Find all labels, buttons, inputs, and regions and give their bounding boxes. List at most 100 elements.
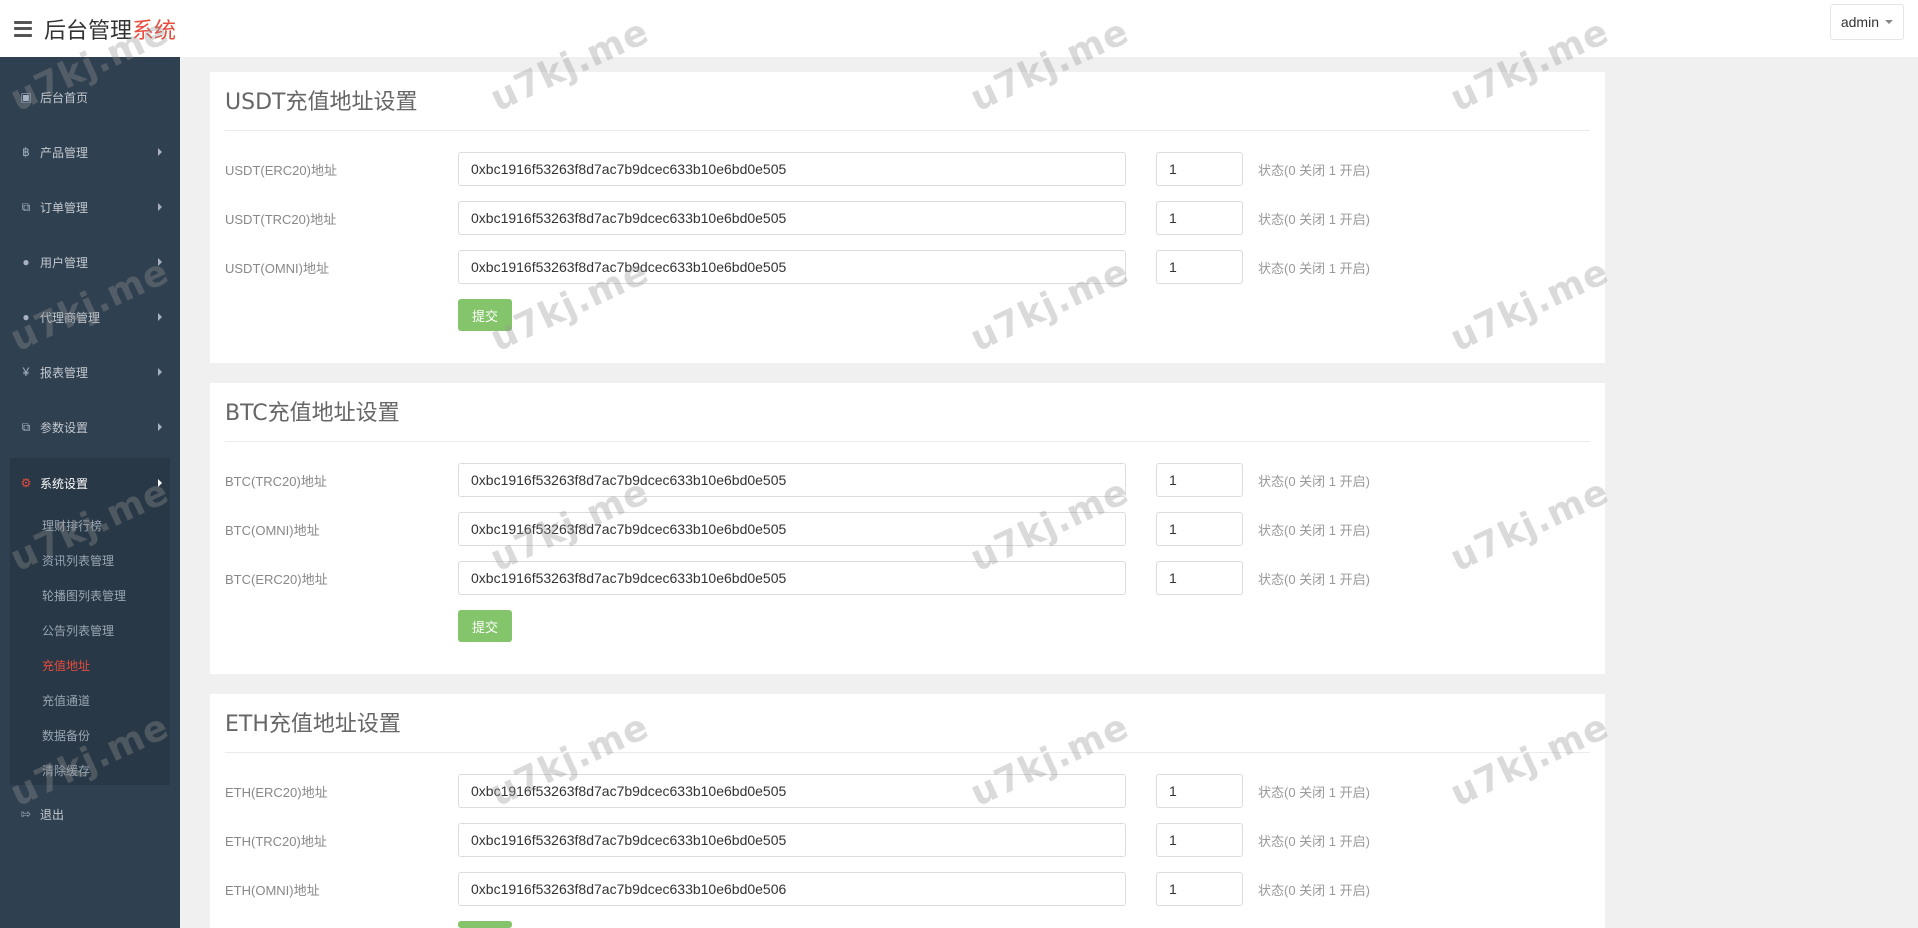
sidebar-item-products[interactable]: ฿ 产品管理 [10, 135, 170, 169]
yen-icon: ¥ [22, 365, 30, 379]
address-row: USDT(ERC20)地址 状态(0 关闭 1 开启) [210, 152, 1605, 186]
chevron-right-icon [158, 313, 162, 321]
sidebar-item-label: 用户管理 [40, 255, 89, 270]
status-input[interactable] [1156, 561, 1243, 595]
address-row: BTC(OMNI)地址 状态(0 关闭 1 开启) [210, 512, 1605, 546]
status-hint: 状态(0 关闭 1 开启) [1258, 261, 1370, 276]
users-icon: ● [22, 310, 30, 324]
chevron-right-icon [158, 258, 162, 266]
subnav-item[interactable]: 轮播图列表管理 [10, 580, 170, 610]
submit-button[interactable] [458, 921, 512, 928]
sidebar-item-label: 代理商管理 [40, 310, 101, 325]
subnav-item[interactable]: 清除缓存 [10, 755, 170, 785]
btc-settings-card: BTC充值地址设置 BTC(TRC20)地址 状态(0 关闭 1 开启) BTC… [210, 383, 1605, 674]
user-name: admin [1840, 14, 1879, 30]
sidebar-group-system: ⚙ 系统设置 理财排行榜 资讯列表管理 轮播图列表管理 公告列表管理 充值地址 充… [10, 458, 170, 785]
submit-button[interactable]: 提交 [458, 299, 512, 331]
status-hint: 状态(0 关闭 1 开启) [1258, 212, 1370, 227]
copy-icon: ⧉ [21, 199, 31, 214]
status-hint: 状态(0 关闭 1 开启) [1258, 883, 1370, 898]
section-title: BTC充值地址设置 [225, 401, 400, 426]
status-input[interactable] [1156, 152, 1243, 186]
chevron-down-icon [1885, 20, 1893, 24]
address-input[interactable] [458, 152, 1126, 186]
logo-main: 后台管理 [44, 18, 133, 44]
address-row: ETH(TRC20)地址 状态(0 关闭 1 开启) [210, 823, 1605, 857]
address-input[interactable] [458, 512, 1126, 546]
usdt-settings-card: USDT充值地址设置 USDT(ERC20)地址 状态(0 关闭 1 开启) U… [210, 72, 1605, 363]
address-label: ETH(OMNI)地址 [225, 883, 320, 898]
address-input[interactable] [458, 872, 1126, 906]
sidebar-item-agents[interactable]: ● 代理商管理 [10, 300, 170, 334]
section-title: ETH充值地址设置 [225, 712, 401, 737]
address-input[interactable] [458, 250, 1126, 284]
copy-icon: ⧉ [21, 419, 31, 434]
app-logo: 后台管理系统 [44, 13, 176, 45]
user-menu-button[interactable]: admin [1829, 4, 1904, 40]
sidebar: ▣ 后台首页 ฿ 产品管理 ⧉ 订单管理 ● 用户管理 ● 代理商管理 ¥ 报表管理 ⧉ 参数… [0, 57, 180, 928]
dashboard-icon: ▣ [20, 90, 32, 104]
subnav-item[interactable]: 充值通道 [10, 685, 170, 715]
sidebar-item-label: 订单管理 [40, 200, 89, 215]
subnav-item[interactable]: 公告列表管理 [10, 615, 170, 645]
divider [225, 130, 1590, 131]
address-label: USDT(ERC20)地址 [225, 163, 337, 178]
chevron-right-icon [158, 368, 162, 376]
sidebar-item-label: 产品管理 [40, 145, 89, 160]
section-title: USDT充值地址设置 [225, 90, 418, 115]
address-input[interactable] [458, 463, 1126, 497]
sidebar-item-users[interactable]: ● 用户管理 [10, 245, 170, 279]
sidebar-item-label: 退出 [40, 807, 65, 822]
sidebar-item-params[interactable]: ⧉ 参数设置 [10, 410, 170, 444]
address-input[interactable] [458, 823, 1126, 857]
subnav-item[interactable]: 数据备份 [10, 720, 170, 750]
sidebar-item-system-settings[interactable]: ⚙ 系统设置 [10, 466, 170, 500]
logo-accent: 系统 [132, 18, 177, 44]
subnav-item[interactable]: 理财排行榜 [10, 510, 170, 540]
address-label: BTC(TRC20)地址 [225, 474, 327, 489]
sign-out-icon: ⇰ [20, 807, 32, 821]
chevron-right-icon [158, 423, 162, 431]
address-row: USDT(TRC20)地址 状态(0 关闭 1 开启) [210, 201, 1605, 235]
status-hint: 状态(0 关闭 1 开启) [1258, 523, 1370, 538]
status-input[interactable] [1156, 823, 1243, 857]
status-input[interactable] [1156, 512, 1243, 546]
sidebar-item-home[interactable]: ▣ 后台首页 [10, 80, 170, 114]
address-row: ETH(ERC20)地址 状态(0 关闭 1 开启) [210, 774, 1605, 808]
address-row: ETH(OMNI)地址 状态(0 关闭 1 开启) [210, 872, 1605, 906]
status-hint: 状态(0 关闭 1 开启) [1258, 785, 1370, 800]
status-input[interactable] [1156, 463, 1243, 497]
menu-toggle-icon[interactable] [14, 20, 32, 37]
subnav-item[interactable]: 资讯列表管理 [10, 545, 170, 575]
sidebar-item-logout[interactable]: ⇰ 退出 [10, 797, 170, 831]
sidebar-item-label: 后台首页 [40, 90, 89, 105]
chevron-right-icon [158, 479, 162, 487]
status-input[interactable] [1156, 872, 1243, 906]
address-label: ETH(TRC20)地址 [225, 834, 327, 849]
address-input[interactable] [458, 201, 1126, 235]
status-hint: 状态(0 关闭 1 开启) [1258, 163, 1370, 178]
divider [225, 752, 1590, 753]
subnav-item-recharge-address[interactable]: 充值地址 [10, 650, 170, 680]
sidebar-item-label: 报表管理 [40, 365, 89, 380]
status-hint: 状态(0 关闭 1 开启) [1258, 834, 1370, 849]
bitcoin-icon: ฿ [22, 145, 30, 159]
submit-button[interactable]: 提交 [458, 610, 512, 642]
sidebar-item-reports[interactable]: ¥ 报表管理 [10, 355, 170, 389]
sidebar-item-orders[interactable]: ⧉ 订单管理 [10, 190, 170, 224]
address-label: USDT(TRC20)地址 [225, 212, 337, 227]
sidebar-item-label: 参数设置 [40, 420, 89, 435]
address-row: BTC(TRC20)地址 状态(0 关闭 1 开启) [210, 463, 1605, 497]
address-input[interactable] [458, 561, 1126, 595]
status-input[interactable] [1156, 250, 1243, 284]
address-label: ETH(ERC20)地址 [225, 785, 328, 800]
address-input[interactable] [458, 774, 1126, 808]
status-input[interactable] [1156, 774, 1243, 808]
user-icon: ● [22, 255, 30, 269]
gears-icon: ⚙ [20, 476, 32, 490]
address-row: BTC(ERC20)地址 状态(0 关闭 1 开启) [210, 561, 1605, 595]
address-label: BTC(ERC20)地址 [225, 572, 328, 587]
status-input[interactable] [1156, 201, 1243, 235]
eth-settings-card: ETH充值地址设置 ETH(ERC20)地址 状态(0 关闭 1 开启) ETH… [210, 694, 1605, 928]
top-header: 后台管理系统 admin [0, 0, 1918, 57]
